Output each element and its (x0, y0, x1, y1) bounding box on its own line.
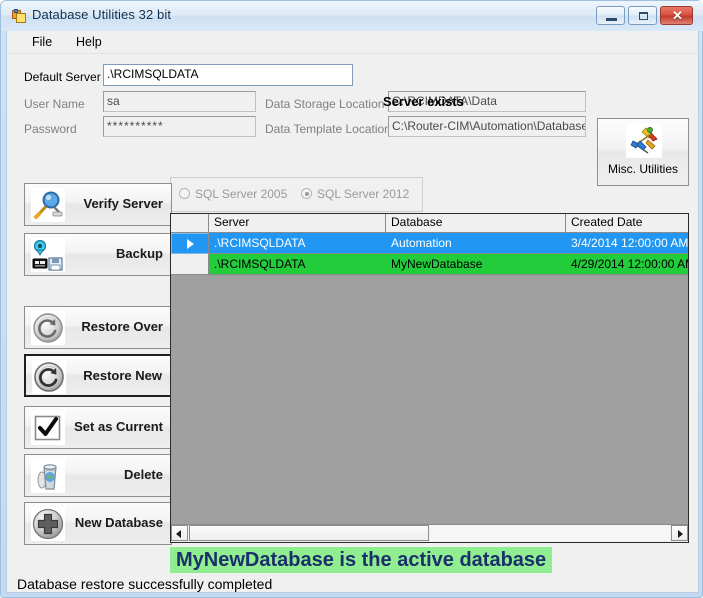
close-button[interactable]: ✕ (660, 6, 693, 25)
restore-new-label: Restore New (83, 368, 162, 383)
window-title: Database Utilities 32 bit (32, 7, 172, 22)
grid-corner-header (171, 214, 209, 232)
app-window-icon (12, 9, 26, 23)
client-area: File Help Default Server .\RCIMSQLDATA U… (6, 31, 699, 593)
cell-created-date: 3/4/2014 12:00:00 AM (566, 233, 688, 254)
menu-bar: File Help (7, 31, 698, 54)
table-row[interactable]: .\RCIMSQLDATA MyNewDatabase 4/29/2014 12… (171, 254, 688, 275)
row-selector[interactable] (171, 233, 209, 254)
row-indicator-icon (187, 239, 194, 249)
grid-header-row: Server Database Created Date (171, 214, 688, 233)
data-template-location-input[interactable]: C:\Router-CIM\Automation\Database\Ba (388, 116, 586, 137)
maximize-icon (639, 12, 648, 20)
user-name-input[interactable]: sa (103, 91, 256, 112)
cell-server: .\RCIMSQLDATA (209, 254, 386, 275)
row-selector[interactable] (171, 254, 209, 275)
restore-over-label: Restore Over (81, 319, 163, 334)
delete-button[interactable]: Delete (24, 454, 172, 497)
radio-icon-unselected (179, 188, 190, 199)
close-icon: ✕ (672, 8, 683, 23)
new-database-label: New Database (74, 515, 163, 530)
delete-label: Delete (123, 467, 163, 482)
verify-server-label: Verify Server (83, 196, 163, 211)
pushpins-icon (626, 124, 662, 158)
cell-server: .\RCIMSQLDATA (209, 233, 386, 254)
set-as-current-button[interactable]: Set as Current (24, 406, 172, 449)
floppy-backup-icon (31, 238, 65, 272)
column-header-server[interactable]: Server (209, 214, 386, 232)
scroll-left-button[interactable] (171, 525, 188, 541)
chevron-right-icon (678, 530, 683, 538)
misc-utilities-label: Misc. Utilities (607, 162, 678, 176)
refresh-circle-icon (31, 311, 65, 345)
set-as-current-label: Set as Current (74, 419, 163, 434)
backup-label: Backup (116, 246, 163, 261)
minimize-icon (606, 18, 617, 21)
column-header-database[interactable]: Database (386, 214, 566, 232)
default-server-input[interactable]: .\RCIMSQLDATA (103, 64, 353, 86)
cell-database: Automation (386, 233, 566, 254)
magnifier-server-icon (31, 188, 65, 222)
default-server-label: Default Server (24, 70, 101, 84)
user-name-label: User Name (24, 97, 85, 111)
cell-database: MyNewDatabase (386, 254, 566, 275)
radio-sql-server-2012[interactable]: SQL Server 2012 (301, 187, 409, 201)
database-grid[interactable]: Server Database Created Date .\RCIMSQLDA… (170, 213, 689, 543)
plus-circle-icon (31, 507, 65, 541)
server-status-text: Server exists (383, 94, 464, 109)
checkbox-check-icon (31, 411, 65, 445)
maximize-button[interactable] (628, 6, 657, 25)
grid-horizontal-scrollbar[interactable] (171, 524, 688, 542)
scrollbar-thumb[interactable] (189, 525, 429, 541)
application-window: Database Utilities 32 bit ✕ File Help De… (0, 0, 703, 598)
cell-created-date: 4/29/2014 12:00:00 AM (566, 254, 688, 275)
radio-label-2012: SQL Server 2012 (317, 187, 410, 201)
scrollbar-track[interactable] (430, 525, 670, 541)
status-message: Database restore successfully completed (17, 576, 273, 592)
table-row[interactable]: .\RCIMSQLDATA Automation 3/4/2014 12:00:… (171, 233, 688, 254)
chevron-left-icon (176, 530, 181, 538)
sql-version-group: SQL Server 2005 SQL Server 2012 (170, 177, 423, 212)
data-template-location-label: Data Template Location (265, 122, 391, 136)
minimize-button[interactable] (596, 6, 625, 25)
title-bar[interactable]: Database Utilities 32 bit ✕ (1, 1, 703, 31)
misc-utilities-button[interactable]: Misc. Utilities (597, 118, 689, 186)
menu-item-file[interactable]: File (25, 34, 59, 51)
restore-new-button[interactable]: Restore New (24, 354, 172, 397)
password-label: Password (24, 122, 77, 136)
radio-icon-selected (301, 188, 312, 199)
trash-can-icon (31, 459, 65, 493)
scroll-right-button[interactable] (671, 525, 688, 541)
new-database-button[interactable]: New Database (24, 502, 172, 545)
restore-over-button[interactable]: Restore Over (24, 306, 172, 349)
column-header-created-date[interactable]: Created Date (566, 214, 688, 232)
verify-server-button[interactable]: Verify Server (24, 183, 172, 226)
refresh-circle-icon (32, 360, 66, 394)
backup-button[interactable]: Backup (24, 233, 172, 276)
menu-item-help[interactable]: Help (69, 34, 109, 51)
radio-label-2005: SQL Server 2005 (195, 187, 288, 201)
active-database-message: MyNewDatabase is the active database (170, 547, 553, 573)
data-storage-location-label: Data Storage Location (265, 97, 385, 111)
password-input[interactable]: ********** (103, 116, 256, 137)
radio-sql-server-2005[interactable]: SQL Server 2005 (179, 187, 287, 201)
